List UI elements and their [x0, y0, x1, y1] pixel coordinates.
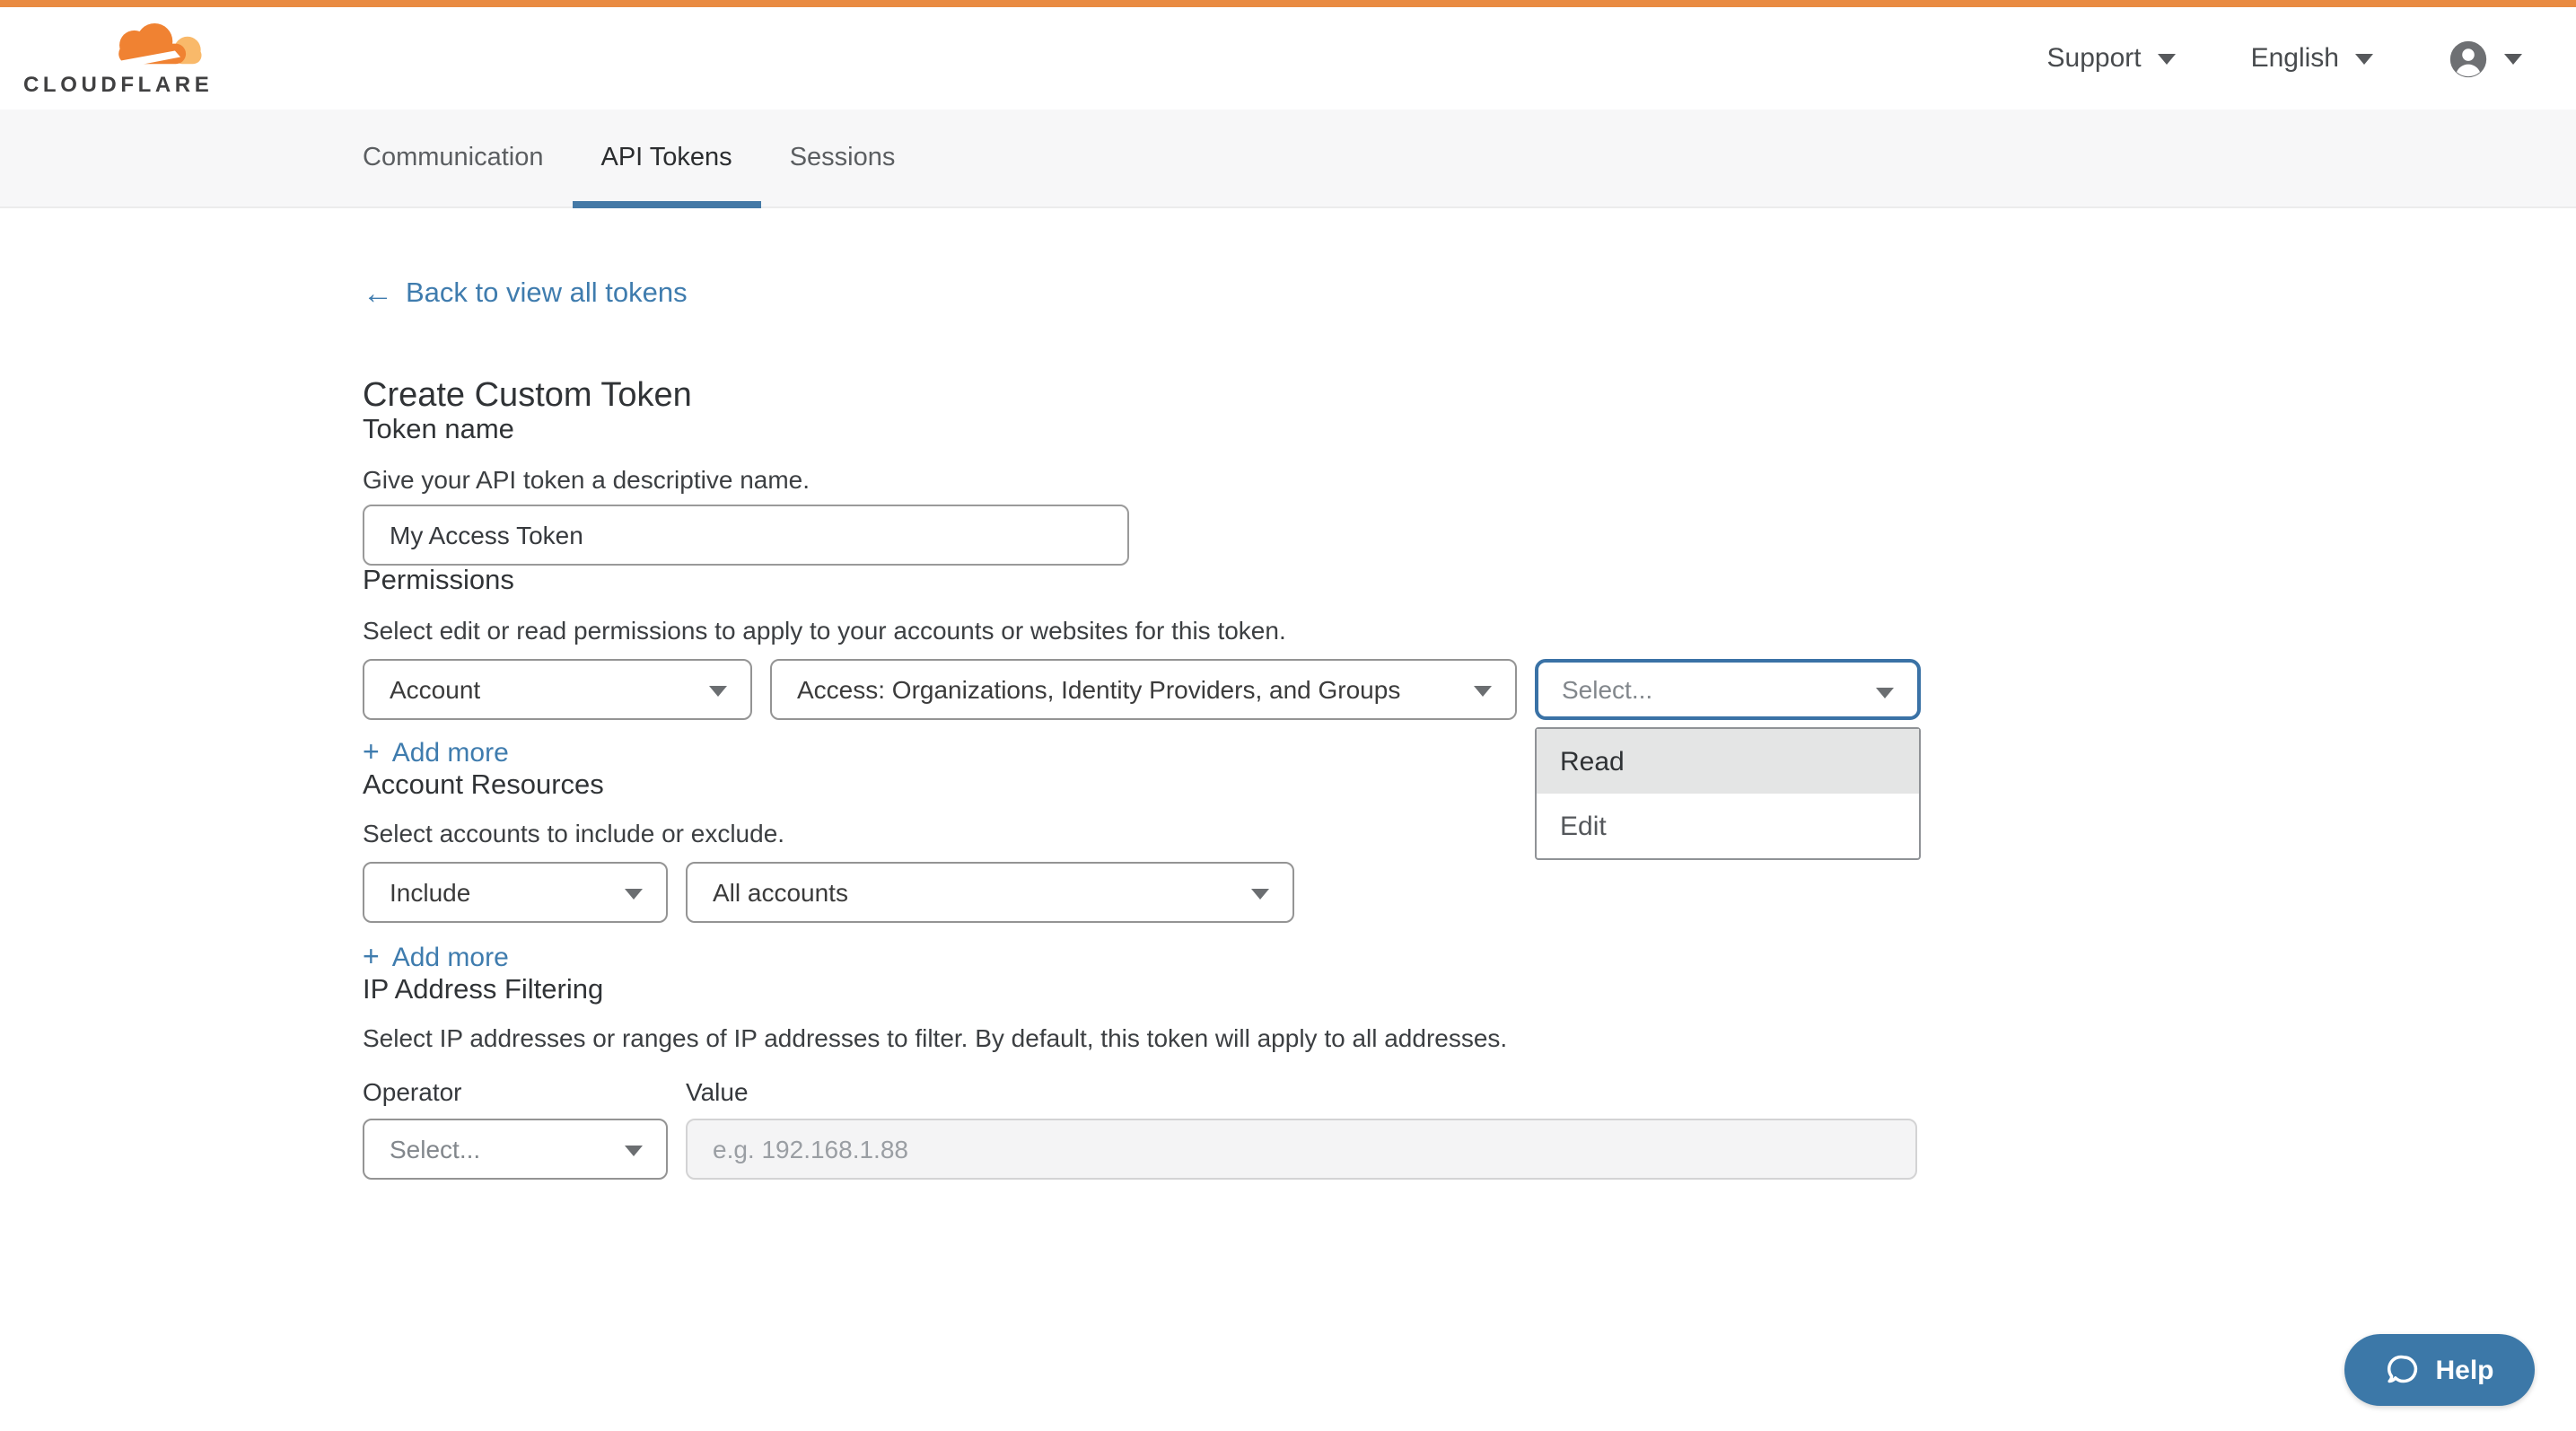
chevron-down-icon	[625, 889, 643, 900]
ip-filtering-row: Select...	[363, 1119, 2576, 1180]
account-menu[interactable]	[2449, 39, 2522, 78]
cloudflare-logo[interactable]: CLOUDFLARE	[23, 22, 214, 94]
chevron-down-icon	[1876, 688, 1894, 698]
permissions-add-more-link[interactable]: + Add more	[363, 738, 509, 770]
back-to-tokens-link[interactable]: ← Back to view all tokens	[363, 277, 688, 311]
account-resources-scope-select[interactable]: All accounts	[686, 862, 1294, 923]
cloudflare-dashboard-page: CLOUDFLARE Support English Communicat	[0, 0, 2576, 1431]
token-name-heading: Token name	[363, 415, 2576, 447]
add-more-label: Add more	[392, 738, 509, 770]
ip-filtering-description: Select IP addresses or ranges of IP addr…	[363, 1023, 2576, 1054]
plus-icon: +	[363, 738, 380, 770]
user-avatar-icon	[2449, 39, 2488, 78]
plus-icon: +	[363, 943, 380, 975]
tab-sessions[interactable]: Sessions	[761, 110, 924, 206]
header-nav: Support English	[1972, 39, 2523, 78]
permission-level-select[interactable]: Select...	[1535, 659, 1921, 720]
tab-bar: Communication API Tokens Sessions	[0, 110, 2576, 208]
help-button[interactable]: Help	[2344, 1334, 2535, 1406]
account-resources-heading: Account Resources	[363, 770, 2576, 803]
help-button-label: Help	[2435, 1355, 2493, 1385]
chevron-down-icon	[2504, 53, 2522, 64]
account-resources-row: Include All accounts	[363, 862, 2576, 923]
permissions-row: Account Access: Organizations, Identity …	[363, 659, 2576, 720]
token-name-description: Give your API token a descriptive name.	[363, 465, 2576, 496]
ip-value-input[interactable]	[686, 1119, 1917, 1180]
add-more-label: Add more	[392, 943, 509, 975]
language-label: English	[2251, 43, 2339, 74]
ip-filtering-labels: Operator Value	[363, 1077, 2576, 1106]
ip-operator-placeholder: Select...	[390, 1135, 480, 1163]
permissions-description: Select edit or read permissions to apply…	[363, 616, 2576, 646]
cloudflare-wordmark: CLOUDFLARE	[23, 73, 214, 94]
back-link-label: Back to view all tokens	[406, 277, 688, 311]
permission-level-menu: Read Edit	[1535, 727, 1921, 860]
menu-item-read[interactable]: Read	[1537, 729, 1919, 794]
permission-scope-value: Account	[390, 675, 480, 704]
permissions-heading: Permissions	[363, 566, 2576, 598]
account-resources-scope-value: All accounts	[713, 878, 848, 907]
top-accent-bar	[0, 0, 2576, 7]
language-menu[interactable]: English	[2251, 43, 2373, 74]
cloudflare-cloud-icon	[101, 22, 212, 71]
tab-communication[interactable]: Communication	[334, 110, 573, 206]
permission-level-placeholder: Select...	[1562, 675, 1652, 704]
account-resources-description: Select accounts to include or exclude.	[363, 819, 2576, 849]
page-title: Create Custom Token	[363, 379, 2576, 415]
ip-operator-select[interactable]: Select...	[363, 1119, 668, 1180]
chevron-down-icon	[709, 686, 727, 697]
chevron-down-icon	[625, 1146, 643, 1156]
chevron-down-icon	[2158, 53, 2176, 64]
back-arrow-icon: ←	[363, 277, 393, 311]
account-resources-mode-select[interactable]: Include	[363, 862, 668, 923]
permission-scope-select[interactable]: Account	[363, 659, 752, 720]
chevron-down-icon	[2355, 53, 2373, 64]
chat-bubble-icon	[2385, 1352, 2421, 1388]
chevron-down-icon	[1251, 889, 1269, 900]
support-label: Support	[2047, 43, 2142, 74]
permission-resource-select[interactable]: Access: Organizations, Identity Provider…	[770, 659, 1517, 720]
main-content: ← Back to view all tokens Create Custom …	[0, 208, 2576, 1180]
support-menu[interactable]: Support	[2047, 43, 2176, 74]
header: CLOUDFLARE Support English	[0, 7, 2576, 110]
ip-filtering-heading: IP Address Filtering	[363, 975, 2576, 1007]
operator-label: Operator	[363, 1077, 686, 1106]
token-name-input[interactable]	[363, 505, 1129, 566]
chevron-down-icon	[1474, 686, 1492, 697]
account-resources-add-more-link[interactable]: + Add more	[363, 943, 509, 975]
menu-item-edit[interactable]: Edit	[1537, 794, 1919, 858]
permission-level-wrap: Select... Read Edit	[1535, 659, 1921, 720]
value-label: Value	[686, 1077, 749, 1106]
permission-resource-value: Access: Organizations, Identity Provider…	[797, 675, 1400, 704]
tab-api-tokens[interactable]: API Tokens	[573, 110, 761, 206]
account-resources-mode-value: Include	[390, 878, 470, 907]
